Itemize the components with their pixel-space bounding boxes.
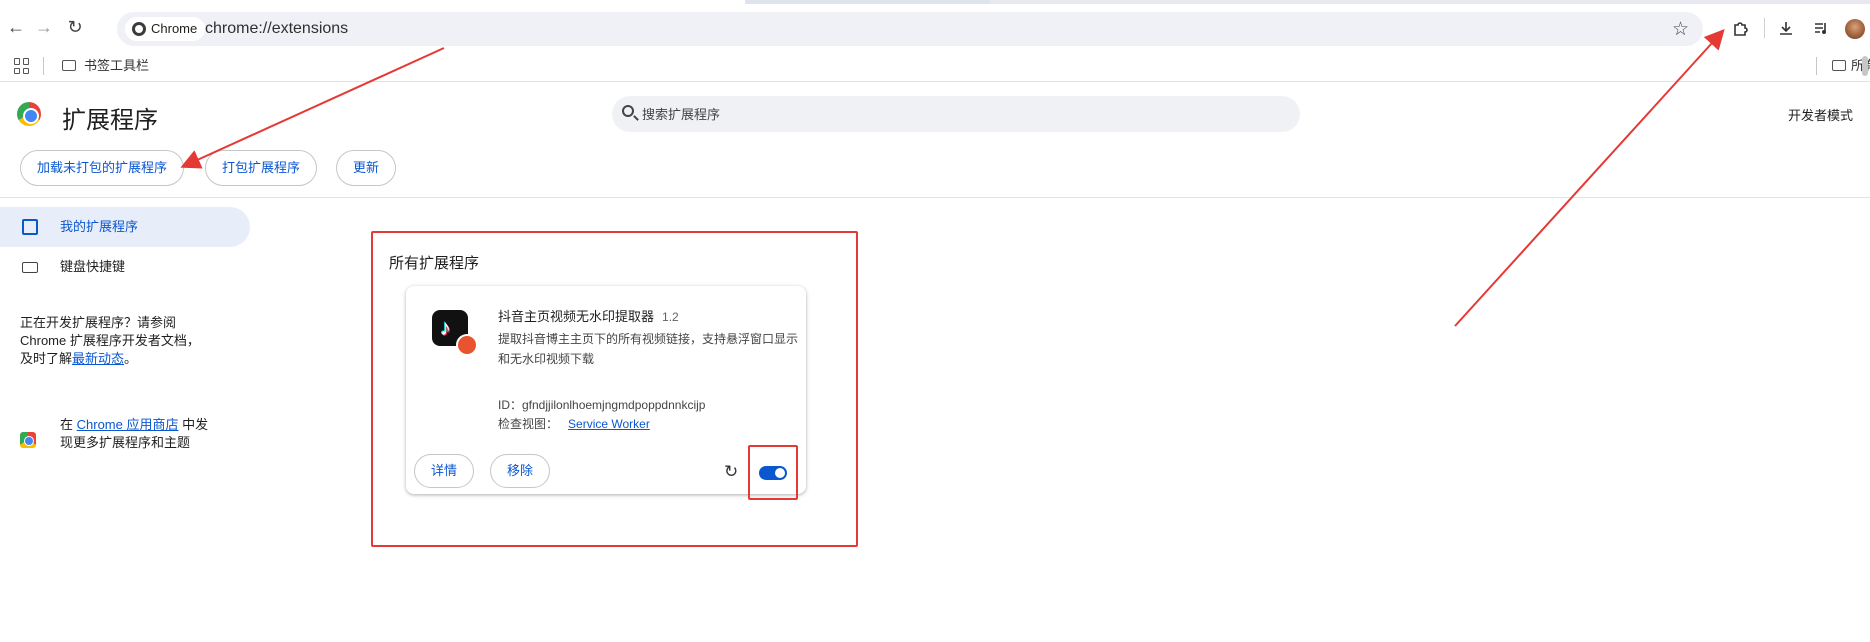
profile-avatar[interactable] xyxy=(1845,19,1865,39)
service-worker-link[interactable]: Service Worker xyxy=(568,417,650,431)
search-box[interactable] xyxy=(612,96,1300,132)
site-chip[interactable]: Chrome xyxy=(125,17,206,41)
bookmarks-bar: 书签工具栏 所有 xyxy=(0,50,1870,82)
puzzle-icon xyxy=(22,219,38,235)
address-bar[interactable]: Chrome chrome://extensions ☆ xyxy=(117,12,1703,46)
update-button[interactable]: 更新 xyxy=(336,150,397,186)
dev-text-line-1: 正在开发扩展程序？请参阅 xyxy=(20,315,177,330)
web-store-text: 在 Chrome 应用商店 中发 现更多扩展程序和主题 xyxy=(60,416,208,452)
sidebar-item-my-extensions[interactable]: 我的扩展程序 xyxy=(0,207,250,247)
url-text[interactable]: chrome://extensions xyxy=(205,12,348,46)
bookmarks-divider-right xyxy=(1816,57,1817,75)
details-button[interactable]: 详情 xyxy=(414,454,475,488)
video-badge-icon xyxy=(456,334,478,356)
inspect-label: 检查视图： xyxy=(498,417,559,431)
extension-description: 提取抖音博主主页下的所有视频链接，支持悬浮窗口显示和无水印视频下载 xyxy=(498,332,799,366)
bookmarks-divider xyxy=(43,57,44,75)
sidebar-item-label: 我的扩展程序 xyxy=(60,219,139,234)
dev-text-suffix: 。 xyxy=(124,351,138,366)
chrome-extensions-logo-icon xyxy=(17,102,41,126)
extension-version: 1.2 xyxy=(662,310,679,324)
scrollbar[interactable] xyxy=(1862,56,1868,76)
download-icon[interactable] xyxy=(1772,14,1800,42)
reload-extension-icon[interactable]: ↻ xyxy=(724,462,738,482)
store-line-2: 现更多扩展程序和主题 xyxy=(60,435,191,450)
store-suffix: 中发 xyxy=(178,417,209,432)
toggle-annotation-box xyxy=(748,445,798,500)
forward-icon[interactable]: → xyxy=(31,14,57,40)
sidebar-item-label: 键盘快捷键 xyxy=(60,259,126,274)
folder-icon-right xyxy=(1832,60,1846,71)
latest-news-link[interactable]: 最新动态 xyxy=(72,351,124,366)
back-icon[interactable]: ← xyxy=(3,14,29,40)
toolbar-divider xyxy=(1764,18,1765,38)
browser-toolbar: ← → ↻ Chrome chrome://extensions ☆ xyxy=(0,4,1870,50)
chrome-web-store-link[interactable]: Chrome 应用商店 xyxy=(77,417,179,432)
chrome-web-store-icon xyxy=(20,432,36,448)
pack-extension-button[interactable]: 打包扩展程序 xyxy=(205,150,318,186)
developer-info-text: 正在开发扩展程序？请参阅 Chrome 扩展程序开发者文档， 及时了解最新动态。 xyxy=(20,314,200,368)
reload-icon[interactable]: ↻ xyxy=(62,14,88,40)
dev-text-line-2: Chrome 扩展程序开发者文档， xyxy=(20,333,200,348)
extension-name: 抖音主页视频无水印提取器 1.2 xyxy=(498,306,679,325)
page-title: 扩展程序 xyxy=(62,107,158,134)
keyboard-icon xyxy=(22,262,38,273)
load-unpacked-button[interactable]: 加载未打包的扩展程序 xyxy=(20,150,185,186)
extension-card: ♪ 抖音主页视频无水印提取器 1.2 提取抖音博主主页下的所有视频链接，支持悬浮窗… xyxy=(406,286,806,494)
extension-id: ID：gfndjjilonlhoemjngmdpoppdnnkcijp xyxy=(498,398,706,412)
bookmark-star-icon[interactable]: ☆ xyxy=(1672,18,1689,41)
search-icon xyxy=(622,105,634,117)
store-prefix: 在 xyxy=(60,417,77,432)
search-input[interactable] xyxy=(642,96,1282,132)
store-line-1: 在 Chrome 应用商店 中发 xyxy=(60,416,208,434)
site-chip-label: Chrome xyxy=(151,21,198,36)
bookmarks-folder[interactable]: 书签工具栏 xyxy=(84,50,149,82)
dev-text-line-3: 及时了解最新动态。 xyxy=(20,350,200,368)
developer-mode-label[interactable]: 开发者模式 xyxy=(1788,105,1853,124)
chrome-logo-icon xyxy=(132,22,146,36)
section-title: 所有扩展程序 xyxy=(389,255,480,272)
remove-button[interactable]: 移除 xyxy=(490,454,551,488)
media-queue-icon[interactable] xyxy=(1807,14,1835,42)
developer-actions-bar: 加载未打包的扩展程序 打包扩展程序 更新 xyxy=(0,150,1870,198)
apps-grid-icon[interactable] xyxy=(14,58,30,74)
inspect-views: 检查视图： Service Worker xyxy=(498,415,650,432)
extensions-puzzle-icon[interactable] xyxy=(1725,12,1757,44)
dev-text-prefix: 及时了解 xyxy=(20,351,73,366)
extension-title: 抖音主页视频无水印提取器 xyxy=(498,309,655,324)
folder-icon xyxy=(62,60,76,71)
sidebar-item-keyboard-shortcuts[interactable]: 键盘快捷键 xyxy=(0,247,250,287)
